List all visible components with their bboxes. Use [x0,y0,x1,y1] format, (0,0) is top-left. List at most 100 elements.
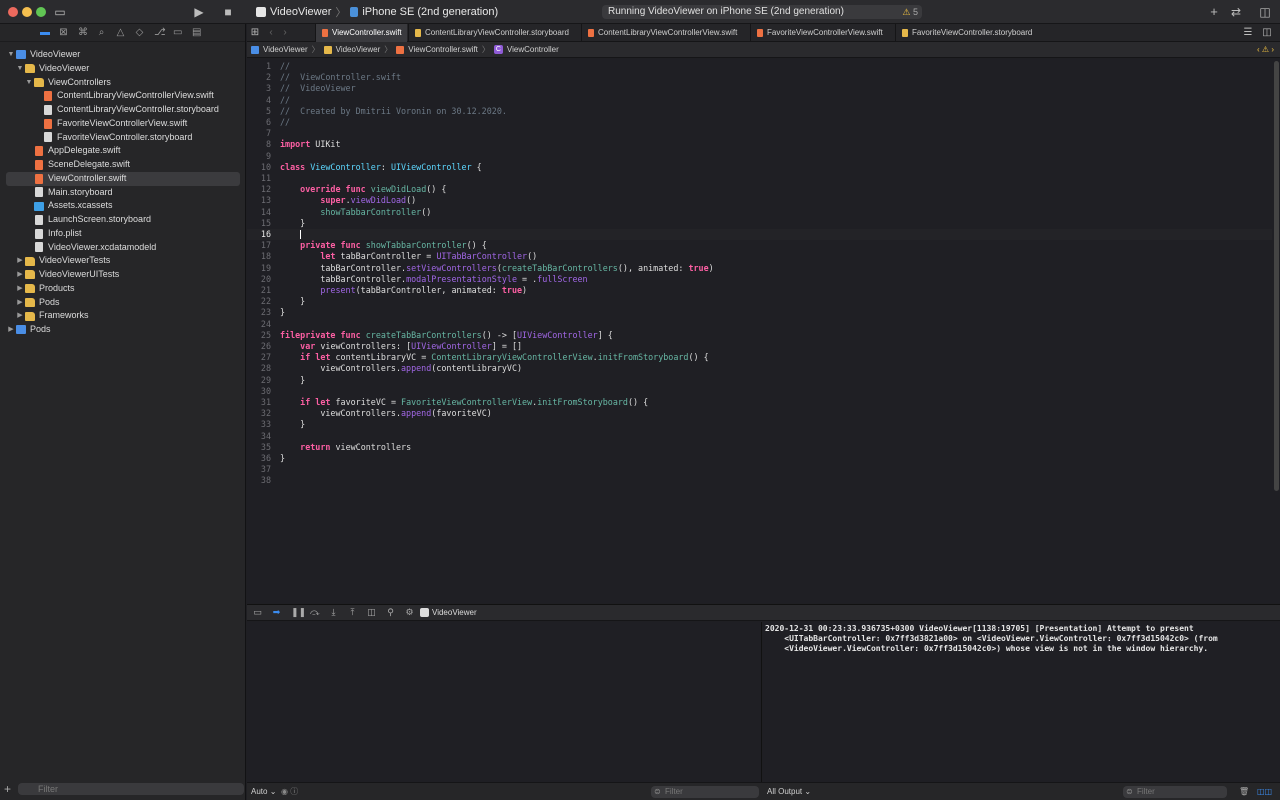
line-number[interactable]: 18 [247,251,271,262]
code-line[interactable]: 12 override func viewDidLoad() { [247,184,1272,195]
file-tree-item[interactable]: ▶ Products [0,282,246,296]
file-tree-item[interactable]: ▶ VideoViewerUITests [0,268,246,282]
line-number[interactable]: 38 [247,475,271,486]
disclosure-closed-icon[interactable]: ▶ [15,309,25,323]
line-number[interactable]: 24 [247,319,271,330]
file-tree-item[interactable]: Info.plist [0,227,246,241]
line-number[interactable]: 30 [247,386,271,397]
code-line[interactable]: 31 if let favoriteVC = FavoriteViewContr… [247,397,1272,408]
add-file-icon[interactable]: + [4,782,14,796]
line-number[interactable]: 9 [247,151,271,162]
line-number[interactable]: 26 [247,341,271,352]
hide-debug-area-icon[interactable]: ▭ [253,607,262,618]
code-line[interactable]: 30 [247,386,1272,397]
code-line[interactable]: 16 [247,229,1272,241]
code-line[interactable]: 32 viewControllers.append(favoriteVC) [247,408,1272,419]
line-number[interactable]: 32 [247,408,271,419]
line-number[interactable]: 1 [247,61,271,72]
variables-view[interactable] [247,622,762,782]
disclosure-closed-icon[interactable]: ▶ [15,254,25,268]
auto-variables-selector[interactable]: Auto ⌄ [251,786,276,798]
file-tree-item[interactable]: ContentLibraryViewControllerView.swift [0,89,246,103]
code-line[interactable]: 10 class ViewController: UIViewController… [247,162,1272,173]
file-tree-item[interactable]: ViewController.swift [6,171,240,186]
file-tree-item[interactable]: ContentLibraryViewController.storyboard [0,103,246,117]
line-number[interactable]: 31 [247,397,271,408]
warning-icon[interactable]: ‹ ⚠ › [1257,45,1274,54]
memory-graph-icon[interactable]: ⚲ [386,607,395,618]
code-line[interactable]: 17 private func showTabbarController() { [247,240,1272,251]
code-line[interactable]: 8 import UIKit [247,139,1272,150]
stop-icon[interactable]: ■ [222,4,234,20]
editor-scrollbar[interactable] [1272,59,1280,603]
disclosure-closed-icon[interactable]: ▶ [15,296,25,310]
line-number[interactable]: 23 [247,307,271,318]
code-line[interactable]: 22 } [247,296,1272,307]
code-line[interactable]: 4 // [247,95,1272,106]
warning-badge[interactable]: ⚠ 5 [902,5,918,19]
code-line[interactable]: 34 [247,431,1272,442]
console-output[interactable]: 2020-12-31 00:23:33.936735+0300 VideoVie… [763,622,1280,782]
environment-overrides-icon[interactable]: ⚙ [405,607,414,618]
code-line[interactable]: 36} [247,453,1272,464]
line-number[interactable]: 36 [247,453,271,464]
editor-tab[interactable]: ViewController.swift [315,24,407,42]
line-number[interactable]: 13 [247,195,271,206]
code-line[interactable]: 24 [247,319,1272,330]
file-tree-item[interactable]: ▶ Frameworks [0,309,246,323]
breadcrumb-file[interactable]: ViewController.swift [408,45,478,54]
code-line[interactable]: 29 } [247,375,1272,386]
search-icon[interactable]: ⌕ [97,27,106,38]
sidebar-toggle-icon[interactable]: ▭ [54,4,66,20]
disclosure-closed-icon[interactable]: ▶ [15,268,25,282]
line-number[interactable]: 3 [247,83,271,94]
file-tree-item[interactable]: ▶ Pods [0,323,246,337]
test-icon[interactable]: ◇ [135,27,144,38]
file-tree-item[interactable]: ▼ ViewControllers [0,76,246,90]
code-line[interactable]: 15 } [247,218,1272,229]
code-line[interactable]: 18 let tabBarController = UITabBarContro… [247,251,1272,262]
split-editor-icon[interactable]: ◫ [1261,25,1273,41]
code-review-icon[interactable]: ⇄ [1229,4,1243,20]
line-number[interactable]: 37 [247,464,271,475]
folder-icon[interactable]: ▬ [40,27,50,38]
file-tree-item[interactable]: ▶ Pods [0,296,246,310]
line-number[interactable]: 28 [247,363,271,374]
file-tree-item[interactable]: Assets.xcassets [0,199,246,213]
code-line[interactable]: 6 // [247,117,1272,128]
breadcrumb-group[interactable]: VideoViewer [336,45,381,54]
file-tree-item[interactable]: Main.storyboard [0,186,246,200]
disclosure-closed-icon[interactable]: ▶ [15,282,25,296]
inspector-toggle-icon[interactable]: ◫ [1258,4,1272,20]
scrollbar-thumb[interactable] [1274,61,1279,491]
line-number[interactable]: 4 [247,95,271,106]
line-number[interactable]: 34 [247,431,271,442]
line-number[interactable]: 25 [247,330,271,341]
code-line[interactable]: 5 // Created by Dmitrii Voronin on 30.12.… [247,106,1272,117]
line-number[interactable]: 27 [247,352,271,363]
file-tree-item[interactable]: ▶ VideoViewerTests [0,254,246,268]
step-over-icon[interactable]: ⤼ [310,607,320,618]
editor-tab[interactable]: ContentLibraryViewController.storyboard [408,24,580,42]
line-number[interactable]: 5 [247,106,271,117]
navigator-filter-input[interactable]: Filter [18,783,244,795]
library-plus-icon[interactable]: + [1208,4,1220,20]
code-line[interactable]: 11 [247,173,1272,184]
code-line[interactable]: 3 // VideoViewer [247,83,1272,94]
close-window-button[interactable] [8,7,18,17]
breakpoint-icon[interactable]: ▭ [173,27,182,38]
code-line[interactable]: 1 // [247,61,1272,72]
code-line[interactable]: 21 present(tabBarController, animated: t… [247,285,1272,296]
disclosure-open-icon[interactable]: ▼ [24,76,34,90]
debug-icon[interactable]: ⎇ [154,27,166,38]
code-line[interactable]: 33 } [247,419,1272,430]
file-tree-item[interactable]: AppDelegate.swift [0,144,246,158]
line-number[interactable]: 6 [247,117,271,128]
disclosure-open-icon[interactable]: ▼ [15,62,25,76]
code-line[interactable]: 35 return viewControllers [247,442,1272,453]
step-out-icon[interactable]: ⤒ [348,607,357,618]
line-number[interactable]: 21 [247,285,271,296]
line-number[interactable]: 8 [247,139,271,150]
debug-target[interactable]: VideoViewer [420,608,477,617]
disclosure-open-icon[interactable]: ▼ [6,48,16,62]
